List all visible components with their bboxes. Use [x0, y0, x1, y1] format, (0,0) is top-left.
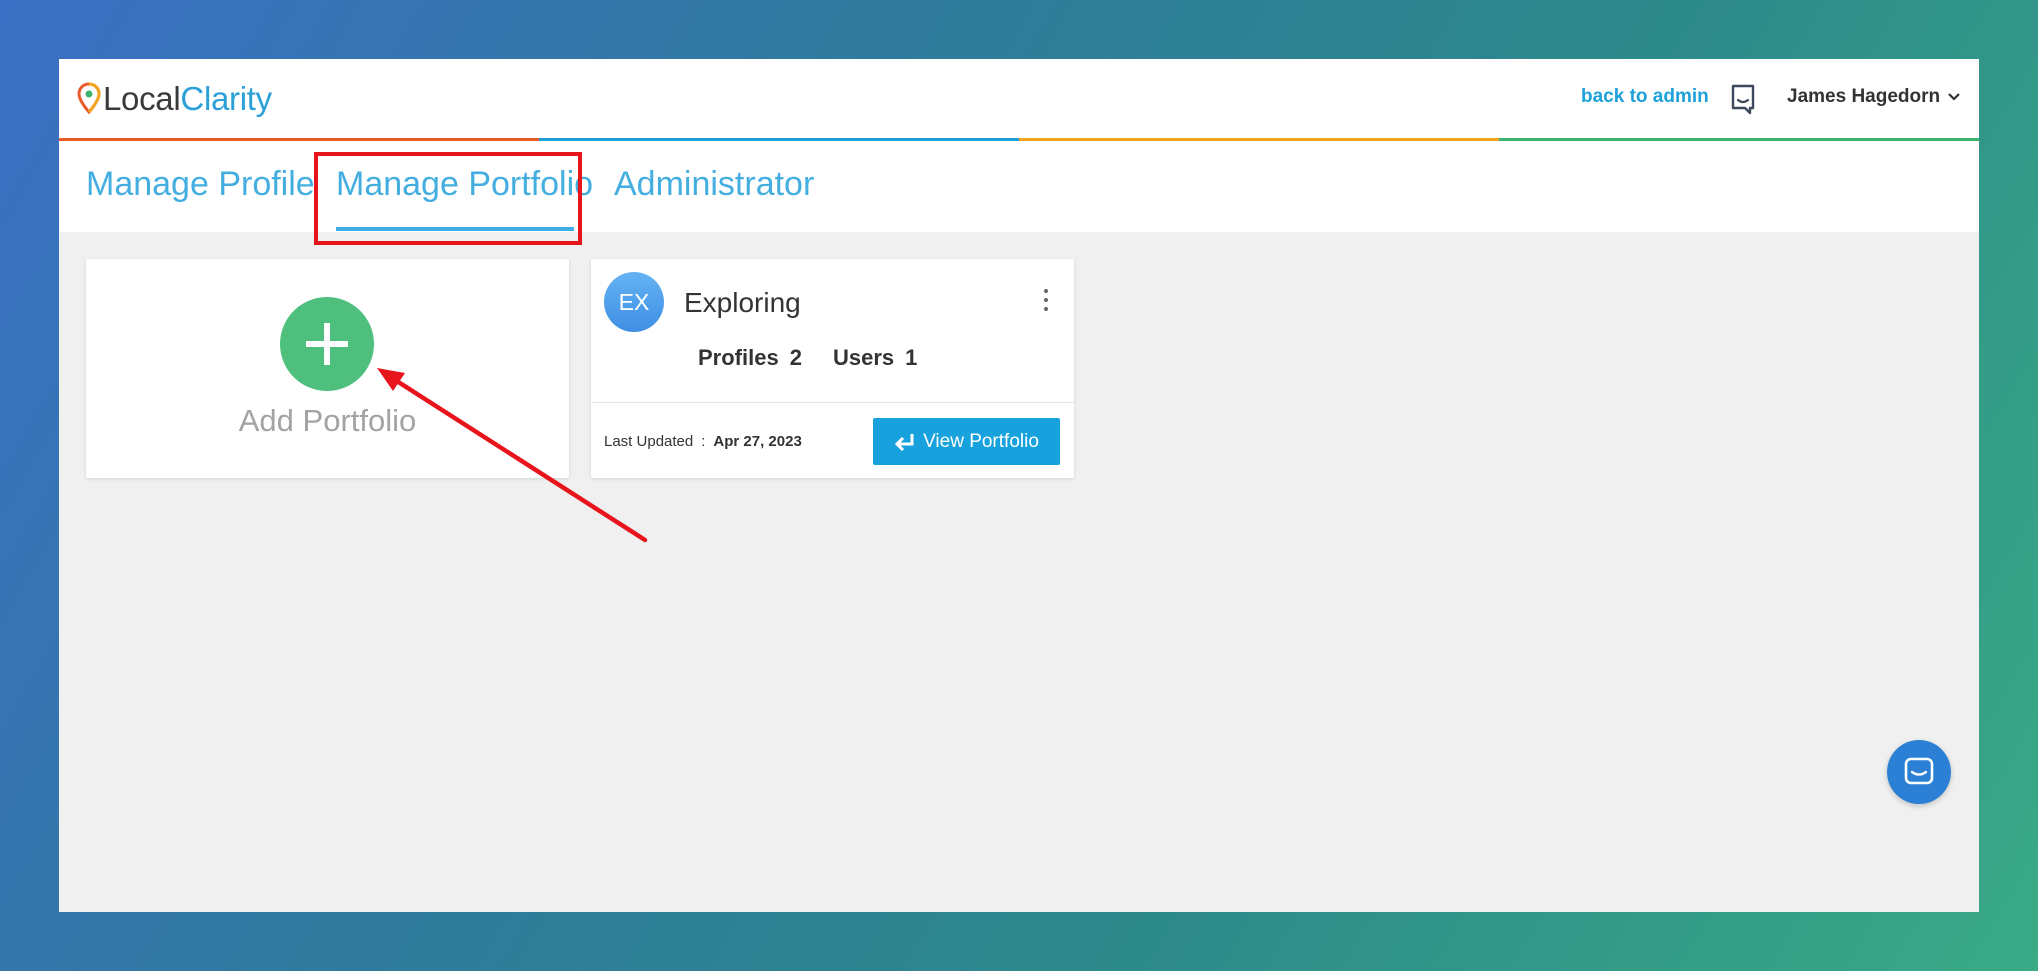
chat-widget-icon [1904, 757, 1934, 785]
annotation-arrow [377, 368, 648, 543]
app-frame: LocalClarity back to admin James Hagedor… [59, 59, 1979, 912]
chat-widget-button[interactable] [1887, 740, 1951, 804]
